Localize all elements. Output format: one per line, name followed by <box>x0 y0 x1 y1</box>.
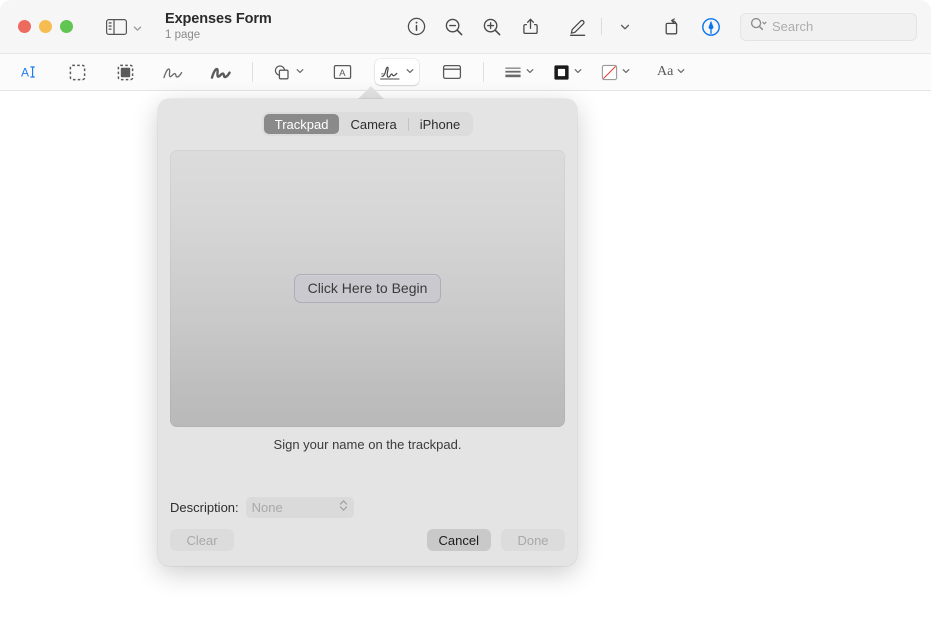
chevron-down-icon <box>295 63 305 81</box>
search-input[interactable]: Search <box>740 12 917 41</box>
sign-tool[interactable] <box>375 59 419 85</box>
search-icon <box>750 17 767 37</box>
document-title-block: Expenses Form 1 page <box>165 11 272 43</box>
note-tool[interactable] <box>437 59 467 85</box>
markup-button[interactable] <box>559 12 597 42</box>
font-aa-icon: Aa <box>657 64 674 79</box>
page-title: Expenses Form <box>165 10 272 27</box>
share-button[interactable] <box>511 12 549 42</box>
chevron-down-icon[interactable] <box>132 21 143 32</box>
draw-tool[interactable] <box>206 59 236 85</box>
close-button[interactable] <box>18 20 31 33</box>
info-button[interactable] <box>397 12 435 42</box>
chevron-down-icon <box>525 63 535 81</box>
sketch-tool[interactable] <box>158 59 188 85</box>
description-row: Description: None <box>170 497 354 518</box>
search-placeholder: Search <box>772 19 814 34</box>
done-button[interactable]: Done <box>501 529 565 551</box>
tab-camera[interactable]: Camera <box>339 114 407 134</box>
chevron-down-icon <box>676 63 686 81</box>
chevron-down-icon <box>621 63 631 81</box>
chevron-down-icon <box>405 63 415 81</box>
text-selection-tool[interactable]: A <box>14 59 44 85</box>
instant-alpha-tool[interactable] <box>110 59 140 85</box>
chevron-up-down-icon <box>339 498 348 517</box>
cancel-button[interactable]: Cancel <box>426 529 491 551</box>
minimize-button[interactable] <box>39 20 52 33</box>
preview-window: Expenses Form 1 page Search A A Aa Track… <box>0 0 931 617</box>
chevron-down-icon <box>573 63 583 81</box>
zoom-out-button[interactable] <box>435 12 473 42</box>
popover-button-row: Clear Cancel Done <box>170 529 565 551</box>
rotate-button[interactable] <box>654 12 692 42</box>
fill-color-tool[interactable] <box>597 59 635 85</box>
trackpad-hint-label: Sign your name on the trackpad. <box>273 437 462 452</box>
zoom-button[interactable] <box>60 20 73 33</box>
page-count-label: 1 page <box>165 28 201 41</box>
sidebar-icon[interactable] <box>106 18 127 35</box>
border-style-tool[interactable] <box>500 59 539 85</box>
description-value: None <box>251 500 283 515</box>
text-tool[interactable]: A <box>327 59 357 85</box>
rectangular-selection-tool[interactable] <box>62 59 92 85</box>
markup-options-button[interactable] <box>606 12 644 42</box>
description-select[interactable]: None <box>245 497 354 518</box>
annotate-button[interactable] <box>692 12 730 42</box>
clear-button[interactable]: Clear <box>170 529 234 551</box>
divider <box>601 18 602 35</box>
font-tool[interactable]: Aa <box>653 59 690 85</box>
divider <box>483 62 484 82</box>
signature-capture-popover: Trackpad Camera iPhone Click Here to Beg… <box>158 99 577 566</box>
tab-trackpad[interactable]: Trackpad <box>263 114 340 134</box>
border-color-tool[interactable] <box>549 59 587 85</box>
trackpad-signature-area[interactable]: Click Here to Begin <box>170 150 565 427</box>
svg-text:A: A <box>339 68 346 79</box>
signature-source-tabs: Trackpad Camera iPhone <box>158 112 577 136</box>
titlebar: Expenses Form 1 page Search <box>0 0 931 53</box>
traffic-light-group <box>18 20 73 33</box>
titlebar-actions: Search <box>397 12 917 42</box>
zoom-in-button[interactable] <box>473 12 511 42</box>
tab-iphone[interactable]: iPhone <box>409 114 471 134</box>
shapes-tool[interactable] <box>269 59 309 85</box>
svg-text:A: A <box>21 66 29 80</box>
divider <box>252 62 253 82</box>
markup-toolbar: A A Aa <box>0 53 931 91</box>
sidebar-toggle-group[interactable] <box>106 18 143 35</box>
description-label: Description: <box>170 500 239 515</box>
click-here-to-begin-button[interactable]: Click Here to Begin <box>293 274 442 303</box>
